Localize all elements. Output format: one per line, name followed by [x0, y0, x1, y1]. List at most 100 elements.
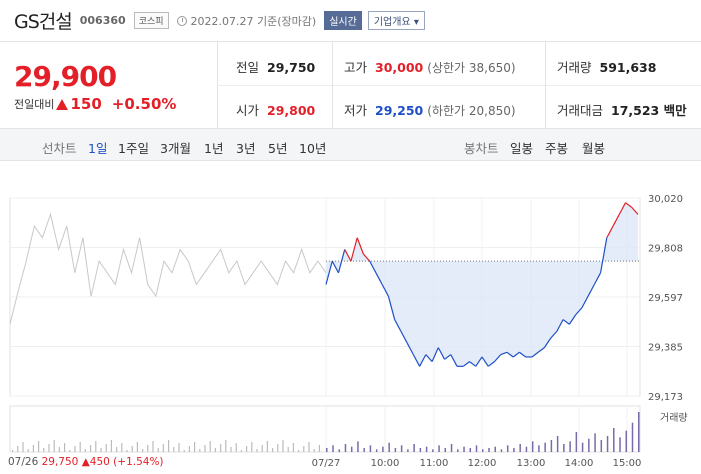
volume-bar	[369, 445, 372, 452]
timestamp: 2022.07.27 기준(장마감)	[176, 13, 317, 29]
volume-bar	[531, 441, 534, 452]
divider	[545, 42, 546, 129]
volume-bar	[563, 444, 565, 452]
volume-bar	[382, 446, 384, 452]
datetime-text: 2022.07.27 기준(장마감)	[190, 14, 317, 28]
volume-bar	[332, 445, 334, 452]
volume-bar	[625, 430, 628, 452]
prev-volume-bar	[318, 445, 320, 452]
tab-5year[interactable]: 5년	[268, 138, 287, 157]
volume-bar	[494, 446, 496, 452]
prev-volume-bar	[79, 442, 81, 452]
line-chart-label: 선차트	[42, 141, 77, 156]
prev-volume-bar	[53, 440, 55, 452]
prev-close: 전일 29,750	[236, 57, 315, 76]
volume-bar	[525, 446, 528, 452]
x-tick-label: 15:00	[613, 458, 642, 469]
y-tick-label: 29,808	[648, 244, 683, 255]
volume-bar	[581, 442, 584, 452]
volume-bar	[482, 449, 484, 452]
volume-bar	[600, 440, 603, 452]
x-tick-label: 13:00	[517, 458, 546, 469]
corp-overview-dropdown[interactable]: 기업개요 ▾	[367, 11, 425, 30]
prev-volume-bar	[178, 443, 180, 452]
candle-chart-label: 봉차트	[464, 141, 499, 156]
prev-volume-bar	[246, 446, 248, 452]
tab-3year[interactable]: 3년	[236, 138, 255, 157]
prev-volume-bar	[121, 443, 123, 452]
volume-bar	[594, 433, 596, 452]
price-summary: 29,900 전일대비 150 +0.50% 전일 29,750 고가 30,000…	[0, 42, 701, 129]
x-tick-label: 14:00	[565, 458, 594, 469]
x-tick-label: 07/27	[312, 458, 341, 469]
prev-volume-bar	[32, 445, 34, 452]
open-value: 29,800	[267, 103, 316, 118]
y-axis: 30,020 29,808 29,597 29,385 29,173	[648, 194, 683, 403]
tab-weekly[interactable]: 주봉	[545, 138, 568, 157]
prev-volume-bar	[43, 448, 45, 452]
volume-bar	[475, 445, 478, 452]
prev-volume-bar	[69, 450, 71, 452]
volume-bar	[450, 444, 453, 452]
prev-volume-bar	[272, 448, 274, 452]
prev-label: 전일	[236, 60, 260, 75]
up-arrow-icon	[56, 98, 69, 110]
tab-10year[interactable]: 10년	[299, 138, 326, 157]
volume-bar	[407, 449, 409, 452]
tab-1year[interactable]: 1년	[204, 138, 223, 157]
volume-bar	[400, 445, 403, 452]
volume-bar	[463, 446, 465, 452]
prev-volume-bar	[303, 446, 305, 452]
divider	[332, 42, 333, 129]
volume-bar	[444, 448, 447, 452]
volume: 거래량 591,638	[557, 57, 656, 76]
low-price: 저가 29,250 (하한가 20,850)	[344, 100, 516, 119]
prev-volume-bar	[209, 441, 211, 452]
prev-volume-bar	[230, 447, 232, 452]
volume-bar	[425, 446, 428, 452]
change-pct: +0.50%	[111, 95, 177, 113]
volume-bar	[500, 449, 503, 452]
volume-bar	[432, 449, 434, 452]
open-label: 시가	[236, 103, 260, 118]
prev-volume-bar	[214, 448, 216, 452]
volume-label: 거래량	[557, 60, 592, 75]
low-label: 저가	[344, 103, 368, 118]
volume-bar	[357, 441, 359, 452]
realtime-button[interactable]: 실시간	[324, 11, 362, 30]
volume-bar	[569, 441, 571, 452]
volume-bar	[388, 442, 390, 452]
volume-bar	[363, 448, 365, 452]
prev-value: 29,750	[267, 60, 316, 75]
volume-bar	[438, 445, 440, 452]
tab-3month[interactable]: 3개월	[160, 138, 191, 157]
volume-value: 591,638	[599, 60, 657, 75]
prev-volume-bar	[188, 446, 190, 452]
x-tick-label: 11:00	[420, 458, 449, 469]
price-chart[interactable]: 30,020 29,808 29,597 29,385 29,173 거래량 07/27…	[0, 161, 701, 474]
amount-value: 17,523 백만	[611, 103, 687, 118]
volume-bar	[394, 448, 397, 452]
change-label: 전일대비	[14, 98, 55, 111]
prev-volume-bar	[308, 442, 310, 452]
y-tick-label: 29,173	[648, 392, 683, 403]
prev-volume-bar	[292, 443, 294, 452]
tab-1day[interactable]: 1일	[88, 138, 107, 157]
prev-volume-bar	[142, 449, 144, 452]
volume-bar	[550, 440, 553, 452]
divider	[218, 85, 701, 86]
prev-volume-bar	[152, 441, 154, 452]
prev-volume-bar	[38, 441, 40, 452]
lower-limit: (하한가 20,850)	[427, 104, 516, 118]
prev-volume-bar	[84, 449, 86, 452]
tab-daily[interactable]: 일봉	[510, 138, 533, 157]
prev-volume-bar	[183, 450, 185, 452]
tab-monthly[interactable]: 월봉	[582, 138, 605, 157]
volume-bar	[338, 449, 340, 452]
volume-bar	[606, 436, 609, 452]
tab-1week[interactable]: 1주일	[118, 138, 149, 157]
volume-bar	[513, 448, 515, 452]
current-price: 29,900	[14, 60, 117, 93]
prev-volume-bar	[251, 442, 253, 452]
corp-overview-label: 기업개요	[373, 17, 411, 28]
